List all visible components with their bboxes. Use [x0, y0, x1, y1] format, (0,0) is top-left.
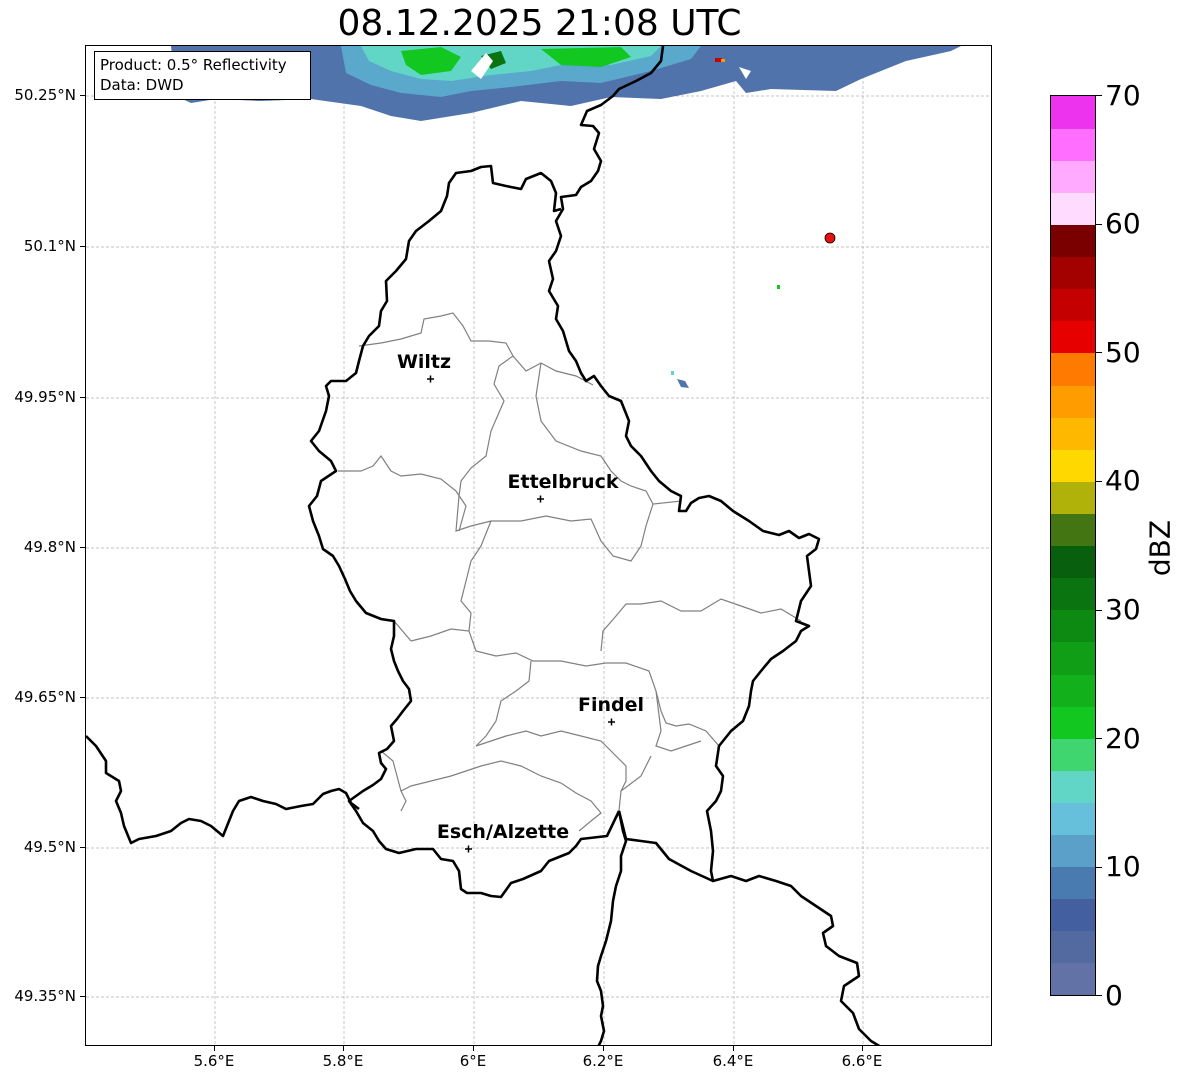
colorbar-segment [1051, 834, 1095, 868]
colorbar-tick-label: 20 [1105, 722, 1141, 755]
colorbar-tick [1096, 738, 1102, 739]
lon-tick [343, 1046, 344, 1051]
colorbar-segment [1051, 128, 1095, 161]
colorbar-tick-label: 60 [1105, 207, 1141, 240]
lat-label: 49.8°N [23, 538, 76, 556]
colorbar-segment [1051, 577, 1095, 611]
colorbar-tick-label: 40 [1105, 464, 1141, 497]
lon-label: 5.6°E [193, 1052, 235, 1070]
country-borders [86, 46, 881, 1045]
colorbar-tick [1096, 995, 1102, 996]
colorbar-segment [1051, 256, 1095, 290]
lat-label: 50.1°N [23, 237, 76, 255]
lon-label: 6.6°E [841, 1052, 883, 1070]
lat-label: 49.65°N [14, 688, 76, 706]
colorbar-segment [1051, 320, 1095, 354]
colorbar-segment [1051, 384, 1095, 418]
colorbar-unit-label: dBZ [1143, 519, 1177, 577]
product-info-box: Product: 0.5° Reflectivity Data: DWD [94, 51, 311, 100]
lon-label: 5.8°E [322, 1052, 364, 1070]
city-markers [427, 375, 615, 853]
colorbar-segment [1051, 962, 1095, 995]
lat-label: 49.5°N [23, 838, 76, 856]
colorbar-segment [1051, 866, 1095, 900]
lat-label: 50.25°N [14, 86, 76, 104]
colorbar-segment [1051, 545, 1095, 579]
map-title: 08.12.2025 21:08 UTC [337, 3, 742, 44]
colorbar-tick-label: 70 [1105, 79, 1141, 112]
colorbar-segment [1051, 449, 1095, 482]
colorbar-segment [1051, 609, 1095, 643]
colorbar-tick-label: 50 [1105, 336, 1141, 369]
colorbar-segment [1051, 352, 1095, 386]
colorbar-tick [1096, 224, 1102, 225]
city-label-findel: Findel [577, 694, 645, 716]
lon-label: 6.2°E [582, 1052, 624, 1070]
colorbar-segment [1051, 417, 1095, 450]
colorbar-tick [1096, 352, 1102, 353]
lon-tick [473, 1046, 474, 1051]
colorbar-segment [1051, 96, 1095, 129]
colorbar-tick [1096, 95, 1102, 96]
colorbar-segment [1051, 802, 1095, 836]
colorbar-segment [1051, 641, 1095, 675]
location-marker[interactable] [824, 232, 836, 244]
colorbar-tick-label: 0 [1105, 979, 1123, 1012]
commune-boundaries [338, 312, 802, 840]
colorbar-tick-label: 30 [1105, 593, 1141, 626]
lon-tick [862, 1046, 863, 1051]
map-canvas [86, 46, 991, 1045]
lon-label: 6.4°E [712, 1052, 754, 1070]
colorbar-tick [1096, 867, 1102, 868]
city-label-wiltz: Wiltz [396, 351, 452, 373]
colorbar-segment [1051, 706, 1095, 739]
colorbar-tick [1096, 610, 1102, 611]
lat-label: 49.35°N [14, 987, 76, 1005]
colorbar-segment [1051, 770, 1095, 803]
colorbar-segment [1051, 288, 1095, 322]
city-label-ettelbruck: Ettelbruck [507, 471, 619, 493]
colorbar-segment [1051, 224, 1095, 258]
colorbar-segment [1051, 898, 1095, 932]
radar-map[interactable] [85, 45, 992, 1046]
colorbar-segment [1051, 930, 1095, 964]
colorbar-segment [1051, 513, 1095, 547]
graticule [86, 46, 991, 1045]
colorbar-segment [1051, 160, 1095, 193]
lon-tick [214, 1046, 215, 1051]
colorbar-segment [1051, 673, 1095, 707]
colorbar-segment [1051, 481, 1095, 514]
colorbar-segment [1051, 738, 1095, 771]
lat-label: 49.95°N [14, 388, 76, 406]
colorbar-tick [1096, 481, 1102, 482]
lon-label: 6°E [459, 1052, 487, 1070]
colorbar-tick-label: 10 [1105, 850, 1141, 883]
lon-tick [733, 1046, 734, 1051]
colorbar-segment [1051, 192, 1095, 226]
lon-tick [603, 1046, 604, 1051]
colorbar [1050, 95, 1096, 996]
data-source-text: Data: DWD [100, 76, 184, 94]
product-text: Product: 0.5° Reflectivity [100, 56, 287, 74]
city-label-esch-alzette: Esch/Alzette [436, 821, 570, 843]
